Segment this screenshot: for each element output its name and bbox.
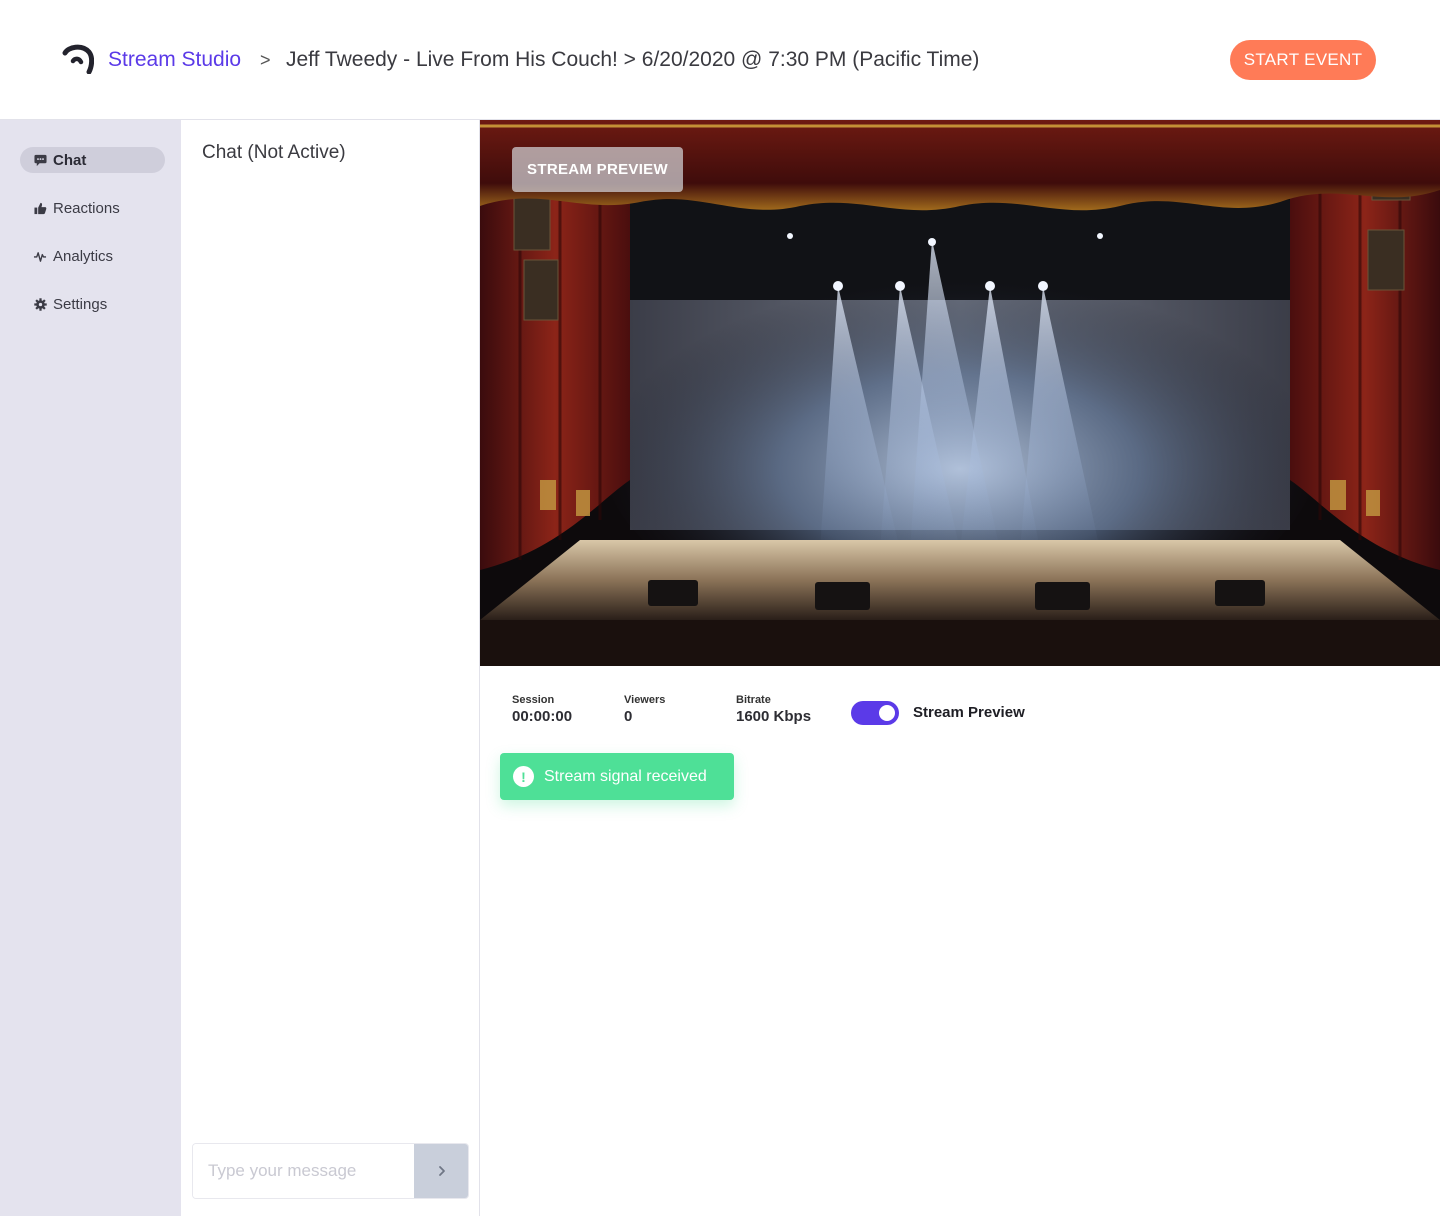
send-message-button[interactable] [414, 1144, 468, 1198]
toggle-knob [879, 705, 895, 721]
session-stat: Session 00:00:00 [512, 694, 572, 725]
stream-preview-badge: STREAM PREVIEW [512, 147, 683, 192]
logo-icon [62, 44, 94, 74]
chat-message-input[interactable] [193, 1144, 414, 1198]
breadcrumb-studio-link[interactable]: Stream Studio [108, 46, 241, 74]
sidebar-item-chat[interactable]: Chat [20, 147, 165, 173]
session-label: Session [512, 694, 555, 706]
sidebar-item-label: Settings [53, 295, 108, 313]
session-value: 00:00:00 [512, 708, 573, 725]
thumbs-up-icon [33, 201, 47, 215]
stream-signal-message: Stream signal received [544, 767, 707, 785]
stage-image [480, 120, 1440, 666]
top-header: Stream Studio > Jeff Tweedy - Live From … [0, 0, 1440, 120]
viewers-label: Viewers [624, 694, 666, 706]
stream-preview-toggle[interactable] [851, 701, 899, 725]
start-event-button[interactable]: START EVENT [1230, 40, 1376, 80]
exclamation-circle-icon: ! [513, 766, 534, 787]
pulse-icon [33, 249, 47, 263]
stream-preview-video: STREAM PREVIEW [480, 120, 1440, 666]
bitrate-value: 1600 Kbps [736, 708, 812, 725]
sidebar-item-analytics[interactable]: Analytics [20, 243, 165, 269]
breadcrumb-event-title: Jeff Tweedy - Live From His Couch! > 6/2… [286, 48, 980, 71]
chat-title: Chat (Not Active) [202, 142, 346, 163]
chat-panel: Chat (Not Active) [181, 120, 480, 1216]
sidebar-item-label: Reactions [53, 199, 120, 217]
stream-preview-toggle-label: Stream Preview [913, 704, 1025, 721]
gear-icon [33, 297, 47, 311]
chat-bubble-icon [33, 153, 47, 167]
sidebar-item-settings[interactable]: Settings [20, 291, 165, 317]
sidebar-item-label: Chat [53, 151, 87, 169]
chat-composer [192, 1143, 469, 1199]
stream-signal-alert: ! Stream signal received [500, 753, 734, 800]
sidebar-item-reactions[interactable]: Reactions [20, 195, 165, 221]
viewers-stat: Viewers 0 [624, 694, 665, 725]
sidebar: Chat Reactions Analytics Settings [0, 120, 181, 1216]
sidebar-item-label: Analytics [53, 247, 114, 265]
viewers-value: 0 [624, 708, 633, 725]
breadcrumb-separator: > [260, 50, 271, 70]
chevron-right-icon [439, 1166, 445, 1176]
bitrate-stat: Bitrate 1600 Kbps [736, 694, 811, 725]
bitrate-label: Bitrate [736, 694, 771, 706]
